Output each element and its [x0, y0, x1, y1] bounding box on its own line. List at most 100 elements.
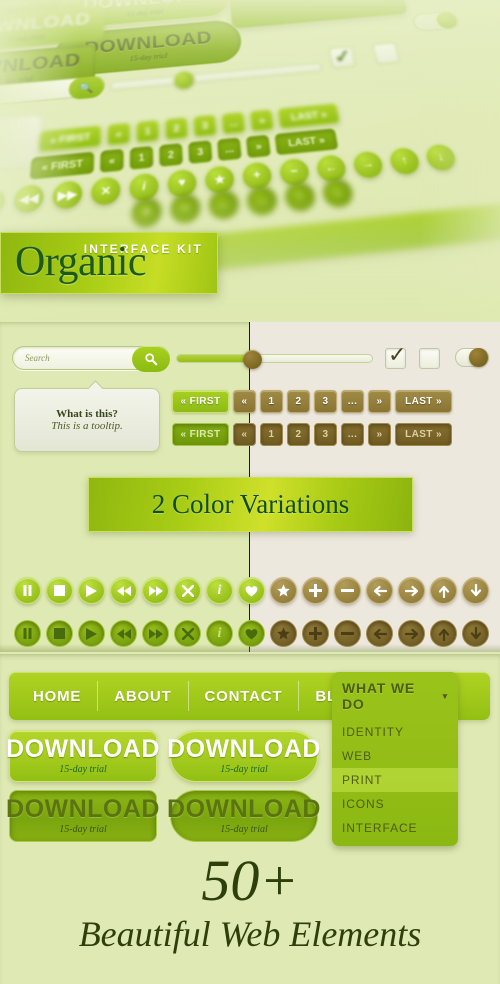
hero-nav-item-home[interactable]: HOME: [0, 0, 49, 11]
download-button-pill-pressed[interactable]: DOWNLOAD 15-day trial: [167, 790, 321, 842]
hero-page-2[interactable]: 2: [158, 142, 184, 168]
hero-page-3[interactable]: 3: [187, 139, 213, 165]
hero-page-2[interactable]: 2: [164, 116, 189, 141]
page-last-button[interactable]: LAST »: [395, 390, 452, 413]
hero-page-last[interactable]: LAST »: [277, 102, 341, 130]
arrow-left-icon[interactable]: [366, 577, 393, 604]
plus-icon[interactable]: [302, 620, 329, 647]
pause-icon[interactable]: [14, 620, 41, 647]
arrow-right-icon[interactable]: [398, 577, 425, 604]
page-ellipsis-button[interactable]: ...: [341, 423, 364, 446]
rewind-icon[interactable]: [110, 577, 137, 604]
minus-icon[interactable]: [334, 577, 361, 604]
stop-icon[interactable]: [46, 577, 73, 604]
close-icon[interactable]: ✕: [90, 175, 121, 207]
close-icon[interactable]: [174, 577, 201, 604]
hero-page-prev[interactable]: «: [106, 122, 131, 147]
heart-icon[interactable]: [238, 620, 265, 647]
page-1-button[interactable]: 1: [260, 390, 283, 413]
arrow-right-icon[interactable]: →: [351, 149, 385, 180]
play-icon[interactable]: [78, 620, 105, 647]
dropdown-what-we-do[interactable]: WHAT WE DO ▾ IDENTITY WEB PRINT ICONS IN…: [332, 672, 458, 846]
plus-icon[interactable]: [302, 577, 329, 604]
download-button-pill-normal[interactable]: DOWNLOAD 15-day trial: [167, 730, 321, 782]
plus-icon[interactable]: +: [131, 196, 162, 229]
toggle-switch[interactable]: [455, 348, 489, 367]
arrow-up-icon[interactable]: [430, 577, 457, 604]
arrow-down-icon[interactable]: ↓: [321, 177, 355, 209]
arrow-down-icon[interactable]: [462, 620, 489, 647]
pause-icon[interactable]: [14, 577, 41, 604]
hero-page-last[interactable]: LAST »: [274, 127, 340, 156]
arrow-right-icon[interactable]: →: [246, 185, 279, 217]
page-last-button[interactable]: LAST »: [395, 423, 452, 446]
checkbox-unchecked[interactable]: [419, 348, 440, 369]
minus-icon[interactable]: [334, 620, 361, 647]
minus-icon[interactable]: −: [170, 192, 201, 225]
forward-icon[interactable]: [142, 620, 169, 647]
hero-page-first[interactable]: « FIRST: [29, 151, 95, 181]
page-prev-button[interactable]: «: [233, 423, 256, 446]
page-next-button[interactable]: »: [368, 423, 391, 446]
download-button-rect-pressed[interactable]: DOWNLOAD 15-day trial: [6, 790, 160, 842]
search-icon[interactable]: [132, 346, 170, 372]
forward-icon[interactable]: ▶▶: [51, 179, 83, 211]
stop-icon[interactable]: [46, 620, 73, 647]
arrow-up-icon[interactable]: ↑: [283, 181, 317, 213]
checkbox-checked[interactable]: ✓: [385, 343, 406, 369]
page-2-button[interactable]: 2: [287, 423, 310, 446]
arrow-left-icon[interactable]: [366, 620, 393, 647]
hero-page-3[interactable]: 3: [192, 114, 218, 138]
close-icon[interactable]: [174, 620, 201, 647]
dropdown-item-web[interactable]: WEB: [332, 744, 458, 768]
play-icon[interactable]: [78, 577, 105, 604]
nav-item-contact[interactable]: CONTACT: [189, 681, 300, 711]
forward-icon[interactable]: [142, 577, 169, 604]
page-first-button[interactable]: « FIRST: [172, 423, 229, 446]
arrow-down-icon[interactable]: ↓: [423, 142, 459, 172]
page-next-button[interactable]: »: [368, 390, 391, 413]
slider-handle[interactable]: [243, 350, 262, 369]
search-icon[interactable]: 🔍: [68, 75, 105, 101]
rewind-icon[interactable]: [110, 620, 137, 647]
hero-dropdown-menu[interactable]: WEB PRINT ICONS INTERFACE: [221, 0, 408, 29]
hero-checkbox-checked[interactable]: ✓: [328, 46, 357, 69]
dropdown-item-interface[interactable]: INTERFACE: [332, 816, 458, 840]
hero-toggle-switch[interactable]: [411, 10, 462, 33]
dropdown-trigger[interactable]: WHAT WE DO ▾: [332, 672, 458, 720]
arrow-down-icon[interactable]: [462, 577, 489, 604]
dropdown-item-identity[interactable]: IDENTITY: [332, 720, 458, 744]
arrow-up-icon[interactable]: [430, 620, 457, 647]
play-icon[interactable]: ▶: [0, 186, 7, 219]
hero-page-next[interactable]: »: [245, 134, 272, 159]
info-icon[interactable]: i: [206, 620, 233, 647]
nav-item-home[interactable]: HOME: [17, 681, 99, 711]
page-1-button[interactable]: 1: [260, 423, 283, 446]
hero-page-1[interactable]: 1: [129, 145, 154, 171]
arrow-right-icon[interactable]: [398, 620, 425, 647]
search-input[interactable]: Search: [12, 346, 170, 372]
hero-page-ellipsis[interactable]: ...: [220, 111, 247, 135]
page-2-button[interactable]: 2: [287, 390, 310, 413]
hero-page-prev[interactable]: «: [99, 148, 125, 174]
page-first-button[interactable]: « FIRST: [172, 390, 229, 413]
arrow-left-icon[interactable]: ←: [208, 189, 240, 221]
page-prev-button[interactable]: «: [233, 390, 256, 413]
star-icon[interactable]: [270, 577, 297, 604]
download-button-rect-normal[interactable]: DOWNLOAD 15-day trial: [6, 730, 160, 782]
hero-checkbox-unchecked[interactable]: [372, 42, 401, 65]
nav-item-about[interactable]: ABOUT: [98, 681, 189, 711]
heart-icon[interactable]: [238, 577, 265, 604]
rewind-icon[interactable]: ◀◀: [12, 182, 45, 215]
page-ellipsis-button[interactable]: ...: [341, 390, 364, 413]
arrow-up-icon[interactable]: ↑: [387, 146, 422, 176]
slider[interactable]: [176, 350, 373, 369]
page-3-button[interactable]: 3: [314, 390, 337, 413]
hero-page-first[interactable]: « FIRST: [38, 125, 102, 153]
hero-page-next[interactable]: »: [249, 108, 275, 133]
star-icon[interactable]: [270, 620, 297, 647]
dropdown-item-icons[interactable]: ICONS: [332, 792, 458, 816]
hero-slider-handle[interactable]: [174, 70, 195, 90]
info-icon[interactable]: i: [206, 577, 233, 604]
hero-page-ellipsis[interactable]: ...: [216, 137, 243, 162]
